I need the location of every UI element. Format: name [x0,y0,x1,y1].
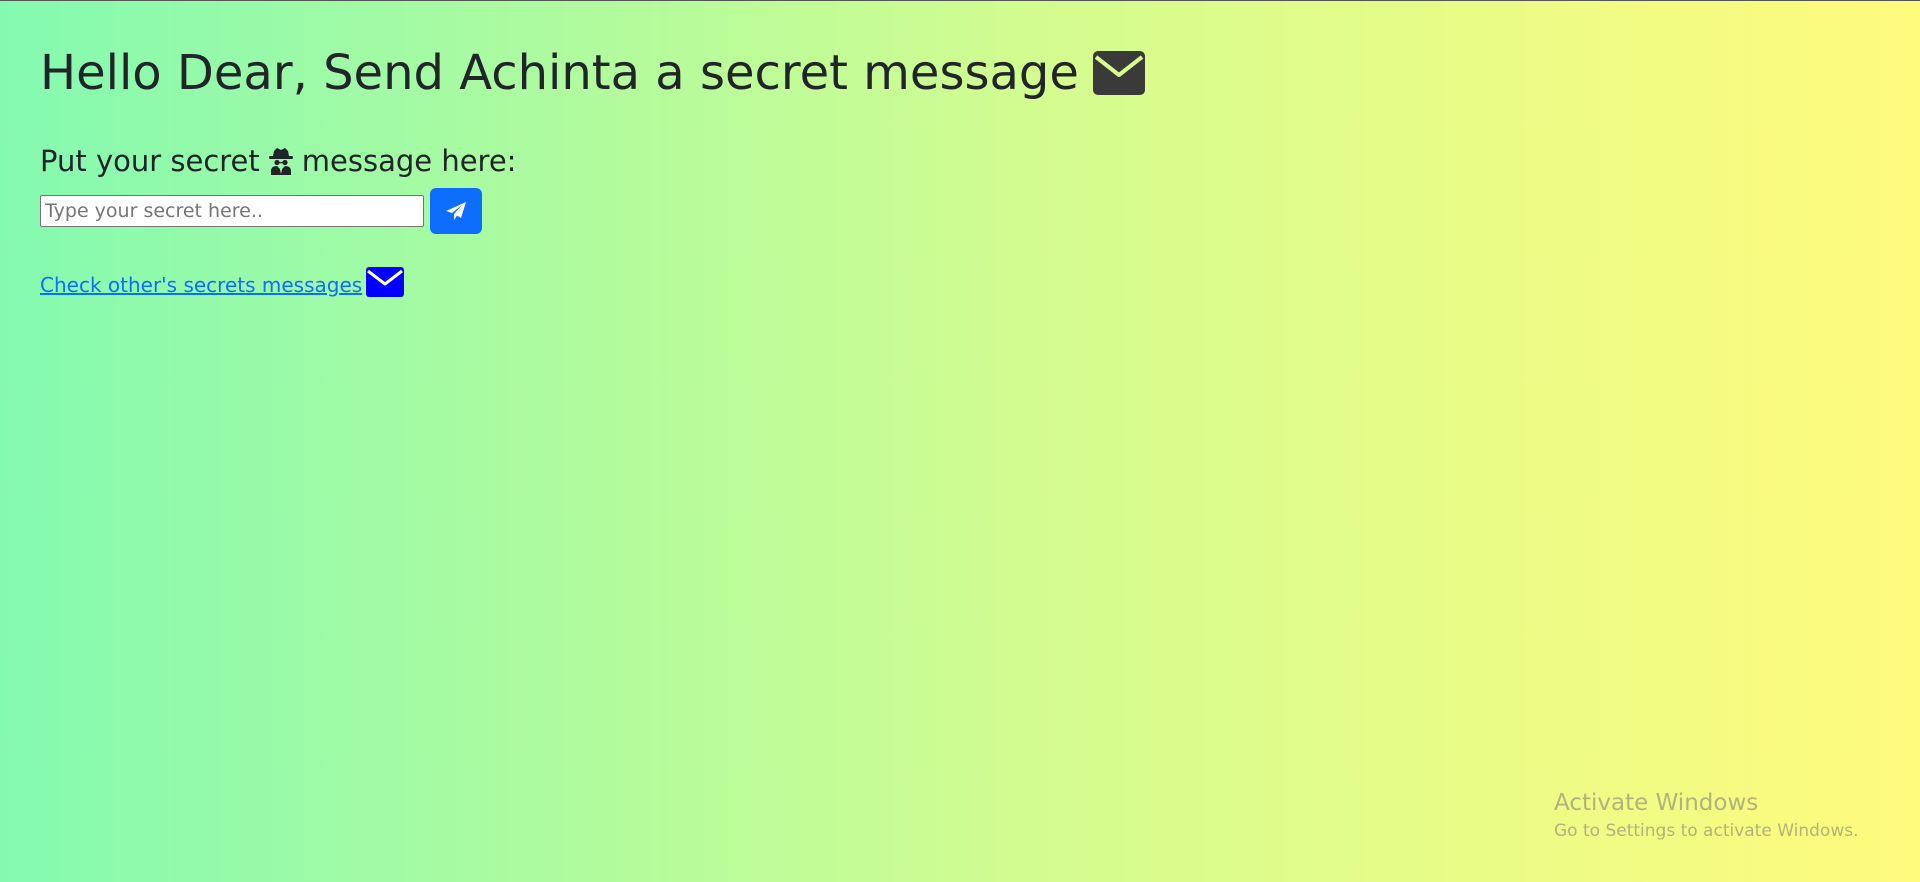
paper-plane-icon [446,202,466,220]
activate-windows-watermark: Activate Windows Go to Settings to activ… [1554,787,1859,843]
check-messages-link-text: Check other's secrets messages [40,273,363,297]
watermark-subtitle: Go to Settings to activate Windows. [1554,821,1859,841]
page-title: Hello Dear, Send Achinta a secret messag… [40,41,1145,105]
message-form [40,188,482,234]
message-label: Put your secret message here: [40,143,516,179]
send-button[interactable] [430,188,482,234]
page-title-text: Hello Dear, Send Achinta a secret messag… [40,45,1079,101]
spy-icon [268,148,293,175]
background-band-middle [0,303,1920,605]
message-label-end: message here: [301,144,517,178]
envelope-icon [1092,51,1145,95]
envelope-icon [366,267,405,297]
check-messages-link[interactable]: Check other's secrets messages [40,267,405,297]
message-label-start: Put your secret [40,144,260,178]
watermark-title: Activate Windows [1554,790,1759,816]
secret-input[interactable] [40,195,424,227]
